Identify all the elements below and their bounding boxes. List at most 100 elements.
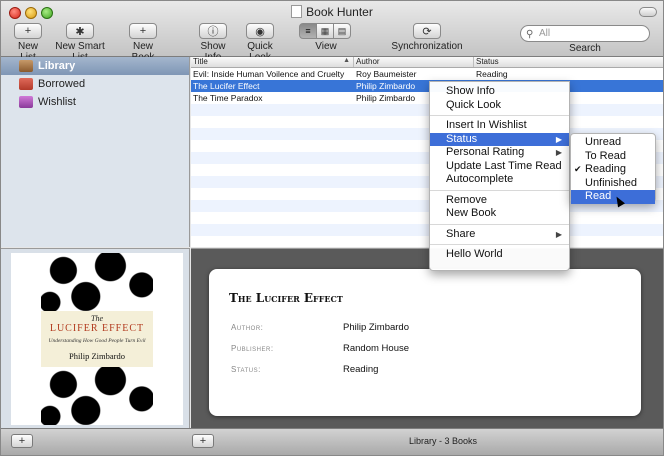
empty-row [191,104,663,116]
sync-icon: ⟳ [413,23,441,39]
menu-separator [430,223,569,225]
list-header: Title ▲ Author Status [191,57,663,68]
cover-subtitle: Understanding How Good People Turn Evil [48,338,146,344]
submenu-arrow-icon: ▶ [555,229,562,239]
cell-author: Roy Baumeister [356,69,417,79]
menu-item-quick-look[interactable]: Quick Look [430,99,569,113]
info-icon: ⓘ [199,23,227,39]
menu-item-autocomplete[interactable]: Autocomplete [430,173,569,187]
menu-item-update-last-time-read[interactable]: Update Last Time Read [430,160,569,174]
puzzle-pattern-top [41,253,153,311]
sort-ascending-icon: ▲ [343,57,350,64]
sidebar: Library Borrowed Wishlist [1,57,190,247]
toolbar: Book Hunter + New List ✱ New Smart List … [1,1,663,63]
gear-icon: ✱ [66,23,94,39]
view-control: ≡ ▦ ▤ View [289,23,363,52]
publisher-value: Random House [343,343,410,354]
column-header-status[interactable]: Status [474,57,663,67]
cover-author: Philip Zimbardo [69,351,125,361]
list-view-icon[interactable]: ≡ [299,23,317,39]
synchronization-button[interactable]: ⟳ Synchronization [389,23,465,52]
search-icon: ⚲ [526,29,534,40]
empty-row [191,116,663,128]
submenu-arrow-icon: ▶ [555,134,562,144]
menu-item-show-info[interactable]: Show Info [430,85,569,99]
table-row[interactable]: The Time Paradox Philip Zimbardo [191,92,663,104]
submenu-item-to-read[interactable]: To Read [571,150,655,164]
checkmark-icon: ✔ [574,164,582,174]
sidebar-item-library[interactable]: Library [1,57,189,75]
window-title-text: Book Hunter [306,5,373,19]
cover-title: LUCIFER EFFECT [49,323,145,334]
search-placeholder: All [539,28,551,39]
publisher-label: Publisher: [231,344,274,353]
column-title-label: Title [193,57,208,66]
add-book-button[interactable]: + [192,434,214,448]
library-count-status: Library - 3 Books [409,436,478,446]
submenu-item-reading[interactable]: ✔ Reading [571,163,655,177]
submenu-item-unfinished[interactable]: Unfinished [571,177,655,191]
bottom-bar: + + Library - 3 Books [1,428,663,455]
context-menu: Show Info Quick Look Insert In Wishlist … [429,81,570,271]
sidebar-item-label: Borrowed [38,78,86,90]
cover-the: The [91,314,103,323]
grid-view-icon[interactable]: ▦ [316,23,334,39]
coverflow-view-icon[interactable]: ▤ [333,23,351,39]
menu-item-status-label: Status [446,132,478,145]
library-icon [19,60,33,72]
search-label: Search [569,43,601,54]
sidebar-item-label: Library [38,60,76,72]
cover-pane: The LUCIFER EFFECT Understanding How Goo… [1,248,190,428]
cell-title: Evil: Inside Human Voilence and Cruelty [193,69,345,79]
menu-item-personal-rating[interactable]: Personal Rating ▶ [430,146,569,160]
column-status-label: Status [476,57,499,66]
menu-separator [430,115,569,116]
sidebar-item-borrowed[interactable]: Borrowed [1,75,189,93]
column-author-label: Author [356,57,380,66]
plus-icon: + [129,23,157,39]
window-title: Book Hunter [1,5,663,19]
submenu-item-read[interactable]: Read [571,190,655,204]
menu-item-new-book[interactable]: New Book [430,207,569,221]
borrowed-icon [19,78,33,90]
plus-icon: + [14,23,42,39]
menu-separator [430,189,569,191]
add-list-button[interactable]: + [11,434,33,448]
cell-title: The Time Paradox [193,93,263,103]
table-row[interactable]: Evil: Inside Human Voilence and Cruelty … [191,68,663,80]
menu-separator [430,244,569,245]
submenu-arrow-icon: ▶ [555,148,562,157]
search-input[interactable]: ⚲ All [520,25,650,42]
cell-status: Reading [476,69,508,79]
menu-item-remove[interactable]: Remove [430,194,569,208]
wishlist-icon [19,96,33,108]
menu-item-status[interactable]: Status ▶ [430,132,569,146]
status-value: Reading [343,364,379,375]
menu-item-share-label: Share [446,227,476,240]
synchronization-label: Synchronization [391,41,463,52]
status-submenu: Unread To Read ✔ Reading Unfinished Read [570,133,656,204]
author-label: Author: [231,323,264,332]
table-row-selected[interactable]: The Lucifer Effect Philip Zimbardo [191,80,663,92]
menu-item-insert-in-wishlist[interactable]: Insert In Wishlist [430,119,569,133]
column-header-author[interactable]: Author [354,57,474,67]
book-title: The Lucifer Effect [229,291,343,305]
column-header-title[interactable]: Title ▲ [191,57,354,67]
menu-item-share[interactable]: Share ▶ [430,228,569,242]
submenu-item-unread[interactable]: Unread [571,136,655,150]
sidebar-item-label: Wishlist [38,96,76,108]
cell-title: The Lucifer Effect [193,81,260,91]
book-info-card: The Lucifer Effect Author: Philip Zimbar… [209,269,641,416]
empty-row [191,212,663,224]
author-value: Philip Zimbardo [343,322,409,333]
document-icon [291,5,303,18]
empty-row [191,224,663,236]
app-window: Book Hunter + New List ✱ New Smart List … [0,0,664,456]
menu-item-hello-world[interactable]: Hello World [430,248,569,262]
sidebar-item-wishlist[interactable]: Wishlist [1,93,189,111]
book-cover: The LUCIFER EFFECT Understanding How Goo… [11,253,183,425]
menu-item-personal-rating-label: Personal Rating [446,146,525,158]
detail-pane: The Lucifer Effect Author: Philip Zimbar… [191,248,663,428]
status-label: Status: [231,365,261,374]
eye-icon: ◉ [246,23,274,39]
